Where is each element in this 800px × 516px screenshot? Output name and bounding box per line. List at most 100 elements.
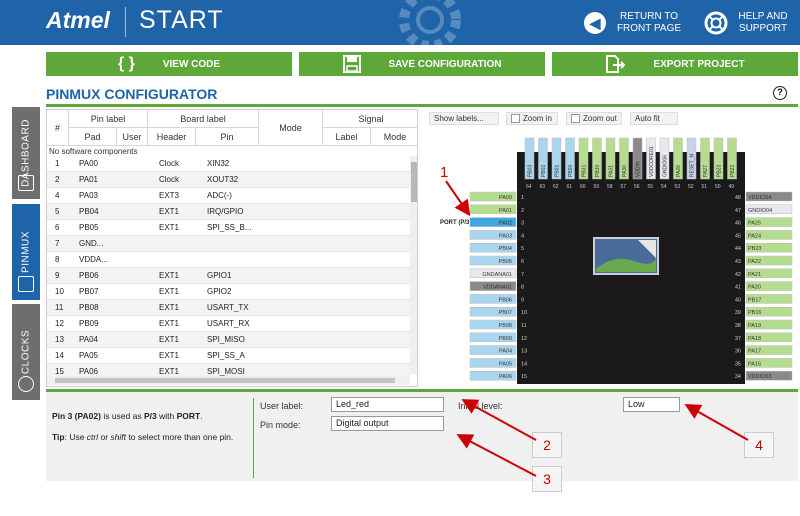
cell-pin: SPI_MISO bbox=[207, 335, 245, 344]
pin-number-top: 62 bbox=[553, 184, 559, 190]
user-label-input[interactable]: Led_red bbox=[331, 397, 444, 412]
dashboard-icon bbox=[18, 175, 34, 191]
pin-number-right: 47 bbox=[735, 208, 741, 214]
pin-number-right: 48 bbox=[735, 195, 741, 201]
table-row[interactable]: 14 PA05 EXT1 SPI_SS_A bbox=[47, 348, 410, 364]
table-row[interactable]: 8 VDDA... bbox=[47, 252, 410, 268]
cell-pin: XOUT32 bbox=[207, 175, 239, 184]
cell-header: EXT3 bbox=[159, 191, 180, 200]
pin-name-top: VDDCORE01 bbox=[649, 146, 655, 177]
pin-info-function: PORT bbox=[176, 411, 201, 421]
cell-pin: SPI_MOSI bbox=[207, 367, 245, 376]
table-row[interactable]: 12 PB09 EXT1 USART_RX bbox=[47, 316, 410, 332]
table-row[interactable]: 5 PB04 EXT1 IRQ/GPIO bbox=[47, 204, 410, 220]
cell-header: EXT1 bbox=[159, 367, 180, 376]
table-row[interactable]: 13 PA04 EXT1 SPI_MISO bbox=[47, 332, 410, 348]
save-configuration-button[interactable]: SAVE CONFIGURATION bbox=[299, 52, 545, 76]
cell-pad: PA06 bbox=[79, 367, 98, 376]
cell-pin: IRQ/GPIO bbox=[207, 207, 244, 216]
table-row[interactable]: 4 PA03 EXT3 ADC(-) bbox=[47, 188, 410, 204]
cell-num: 5 bbox=[55, 207, 60, 216]
pin-info-port: P/3 bbox=[143, 411, 157, 421]
pin-number-left: 15 bbox=[521, 374, 527, 380]
pin-number-top: 52 bbox=[688, 184, 694, 190]
cell-num: 7 bbox=[55, 239, 60, 248]
vertical-scrollbar[interactable] bbox=[410, 156, 417, 374]
cell-pin: USART_RX bbox=[207, 319, 250, 328]
top-header: Atmel START ◀ RETURN TO FRONT PAGE HELP … bbox=[0, 0, 800, 45]
cell-pin: USART_TX bbox=[207, 303, 249, 312]
view-code-button[interactable]: { } VIEW CODE bbox=[46, 52, 292, 76]
pin-table: # Pin label Board label Mode Signal Pad … bbox=[46, 109, 418, 387]
tab-pinmux[interactable]: PINMUX bbox=[12, 204, 40, 300]
horizontal-scrollbar[interactable] bbox=[47, 376, 410, 385]
save-configuration-label: SAVE CONFIGURATION bbox=[388, 58, 502, 70]
pin-name-top: VDDIN bbox=[636, 161, 642, 177]
group-pin-label: Pin label bbox=[69, 110, 148, 128]
view-code-label: VIEW CODE bbox=[162, 58, 221, 70]
vertical-scroll-thumb[interactable] bbox=[411, 162, 417, 202]
cell-num: 13 bbox=[55, 335, 64, 344]
app-root: Atmel START ◀ RETURN TO FRONT PAGE HELP … bbox=[0, 0, 800, 516]
pin-name-right: GNDIO04 bbox=[748, 208, 772, 214]
tip-or: or bbox=[98, 432, 111, 442]
braces-icon: { } bbox=[117, 55, 135, 72]
pin-number-left: 11 bbox=[521, 323, 527, 329]
cell-pin: XIN32 bbox=[207, 159, 230, 168]
table-row[interactable]: 6 PB05 EXT1 SPI_SS_B... bbox=[47, 220, 410, 236]
cell-header: EXT1 bbox=[159, 335, 180, 344]
table-row[interactable]: 7 GND... bbox=[47, 236, 410, 252]
pin-number-left: 12 bbox=[521, 336, 527, 342]
col-user-header: User bbox=[117, 128, 148, 146]
pin-name-left: PB04 bbox=[499, 246, 512, 252]
pin-number-left: 9 bbox=[521, 297, 524, 303]
cell-pad: PA01 bbox=[79, 175, 98, 184]
table-row[interactable]: 9 PB06 EXT1 GPIO1 bbox=[47, 268, 410, 284]
pin-number-top: 59 bbox=[594, 184, 600, 190]
tab-dashboard[interactable]: DASHBOARD bbox=[12, 107, 40, 199]
pin-name-top: PA30 bbox=[622, 165, 628, 177]
cell-pad: VDDA... bbox=[79, 255, 108, 264]
initial-level-select[interactable]: Low bbox=[623, 397, 680, 412]
pin-number-right: 43 bbox=[735, 259, 741, 265]
pin-name-left: VDDANA01 bbox=[483, 285, 512, 291]
pin-name-right: VDDIO04 bbox=[748, 195, 772, 201]
cell-pad: PB04 bbox=[79, 207, 99, 216]
cell-num: 10 bbox=[55, 287, 64, 296]
pin-number-right: 37 bbox=[735, 336, 741, 342]
pin-mode-select[interactable]: Digital output bbox=[331, 416, 444, 431]
pin-name-right: PB17 bbox=[748, 297, 761, 303]
pin-name-right: PB16 bbox=[748, 310, 761, 316]
table-row[interactable]: 2 PA01 Clock XOUT32 bbox=[47, 172, 410, 188]
tip-ctrl: ctrl bbox=[86, 432, 99, 442]
help-and-support-button[interactable]: HELP AND SUPPORT bbox=[704, 7, 790, 39]
pin-name-top: RESET_N bbox=[690, 154, 696, 177]
help-question-icon[interactable]: ? bbox=[773, 86, 787, 100]
pin-number-right: 35 bbox=[735, 361, 741, 367]
cell-pad: PB06 bbox=[79, 271, 99, 280]
pin-name-right: PA20 bbox=[748, 285, 761, 291]
pin-number-top: 60 bbox=[580, 184, 586, 190]
pin-name-left: PA04 bbox=[499, 349, 512, 355]
pin-info-pin: Pin 3 (PA02) bbox=[52, 411, 101, 421]
pin-details-panel: Pin 3 (PA02) is used as P/3 with PORT. T… bbox=[46, 389, 798, 481]
pin-name-left: PA01 bbox=[499, 208, 512, 214]
table-row[interactable]: 11 PB08 EXT1 USART_TX bbox=[47, 300, 410, 316]
cell-pad: PA03 bbox=[79, 191, 98, 200]
cell-num: 14 bbox=[55, 351, 64, 360]
table-row[interactable]: 1 PA00 Clock XIN32 bbox=[47, 156, 410, 172]
app-title: START bbox=[139, 6, 224, 34]
table-row[interactable]: 10 PB07 EXT1 GPIO2 bbox=[47, 284, 410, 300]
horizontal-scroll-thumb[interactable] bbox=[55, 378, 395, 383]
tab-clocks[interactable]: CLOCKS bbox=[12, 304, 40, 400]
pin-mode-caption: Pin mode: bbox=[260, 420, 301, 430]
cell-pad: PB08 bbox=[79, 303, 99, 312]
export-project-button[interactable]: EXPORT PROJECT bbox=[552, 52, 798, 76]
pin-number-right: 42 bbox=[735, 272, 741, 278]
group-signal: Signal bbox=[323, 110, 417, 128]
pin-number-top: 51 bbox=[702, 184, 708, 190]
pin-number-top: 56 bbox=[634, 184, 640, 190]
pin-number-left: 1 bbox=[521, 195, 524, 201]
col-pin-header: Pin bbox=[196, 128, 259, 146]
return-to-front-page-button[interactable]: ◀ RETURN TO FRONT PAGE bbox=[584, 7, 684, 39]
